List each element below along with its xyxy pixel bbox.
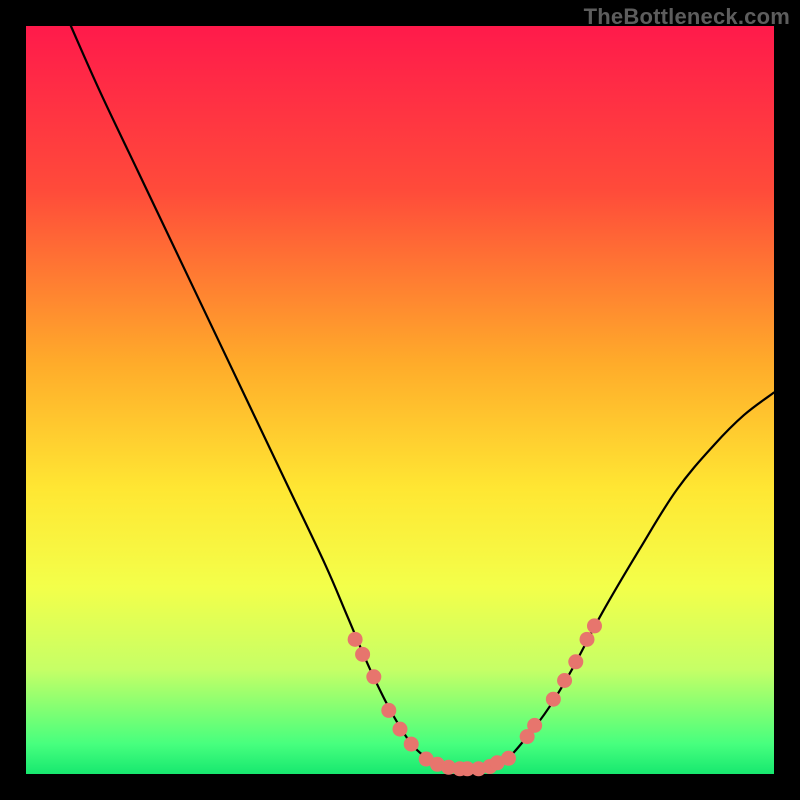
highlight-dot	[580, 632, 595, 647]
highlight-dot	[501, 751, 516, 766]
highlight-dot	[355, 647, 370, 662]
highlight-dot	[527, 718, 542, 733]
highlight-dot	[587, 618, 602, 633]
highlight-dot	[568, 654, 583, 669]
bottleneck-chart	[0, 0, 800, 800]
highlight-dot	[393, 722, 408, 737]
highlight-dot	[366, 669, 381, 684]
highlight-dot	[546, 692, 561, 707]
chart-container: TheBottleneck.com	[0, 0, 800, 800]
highlight-dot	[381, 703, 396, 718]
watermark-label: TheBottleneck.com	[584, 4, 790, 30]
highlight-dot	[404, 737, 419, 752]
highlight-dot	[348, 632, 363, 647]
highlight-dot	[557, 673, 572, 688]
